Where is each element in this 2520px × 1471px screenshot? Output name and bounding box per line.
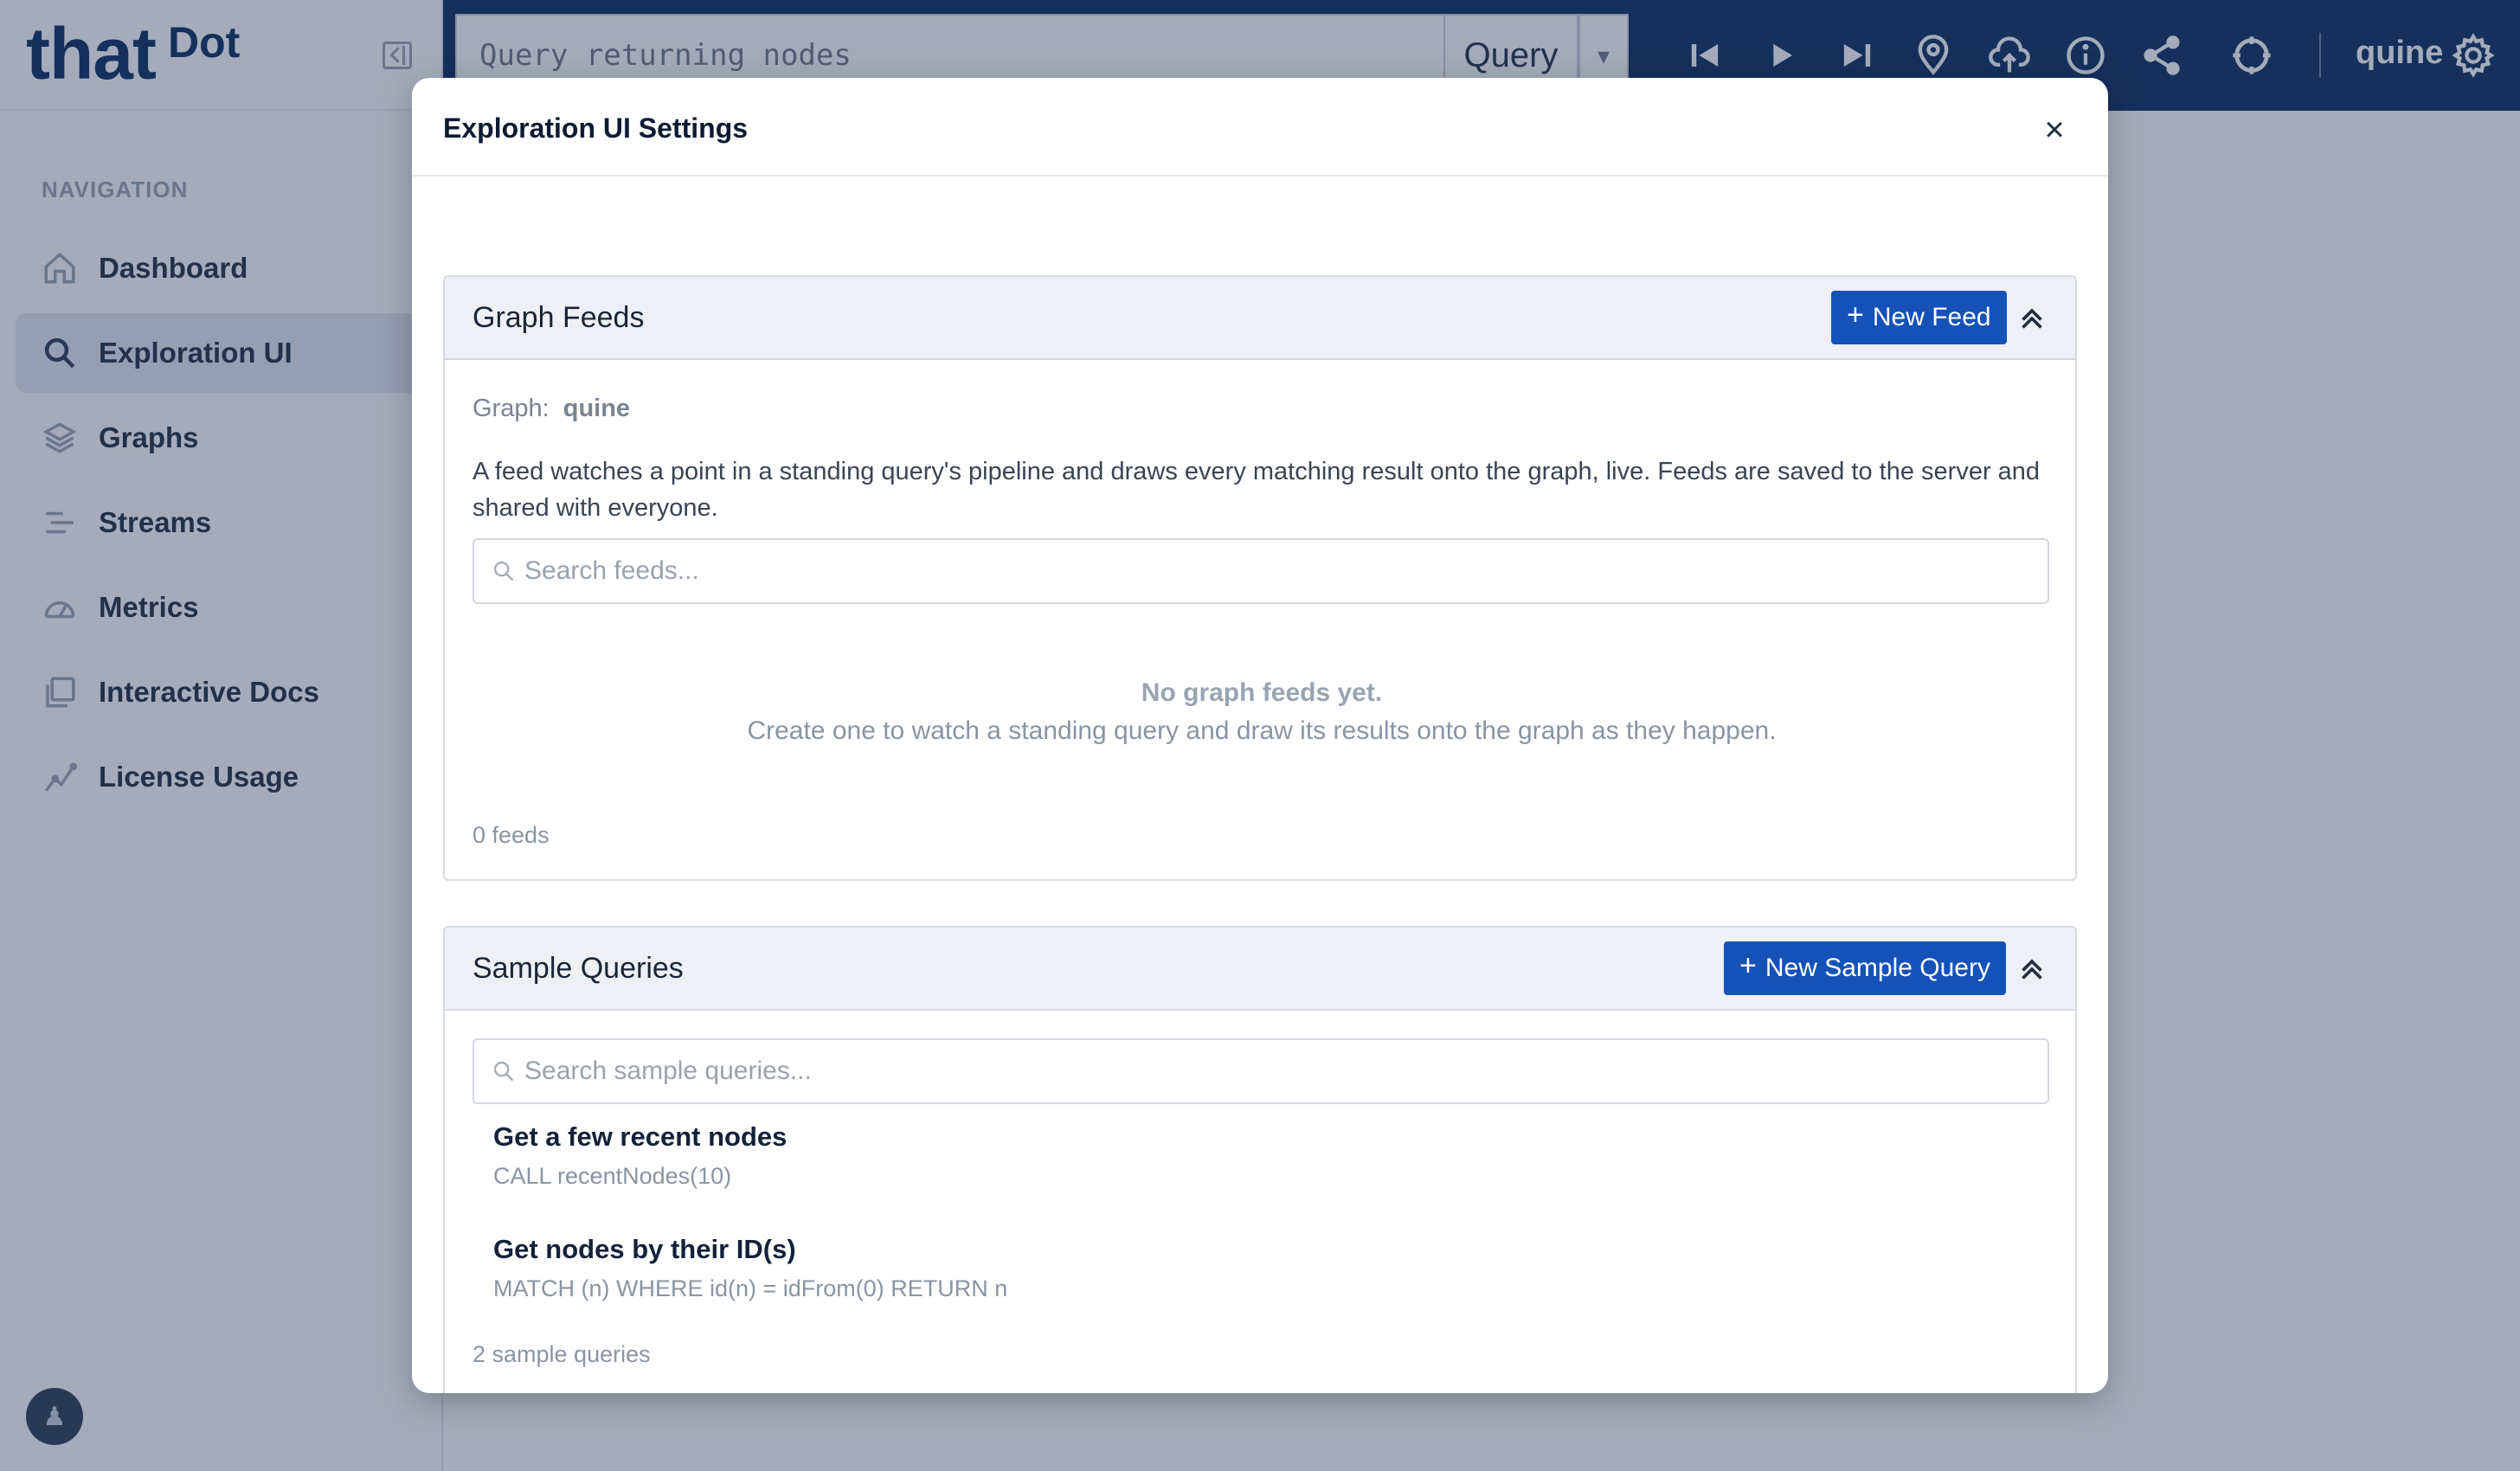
new-feed-label: New Feed xyxy=(1872,303,1991,331)
plus-icon: + xyxy=(1739,948,1757,982)
modal-body[interactable]: Graph Feeds + New Feed Graph: quine A fe… xyxy=(412,177,2108,1393)
new-sample-query-label: New Sample Query xyxy=(1765,954,1990,982)
close-icon[interactable]: × xyxy=(2037,111,2072,149)
sample-queries-title: Sample Queries xyxy=(472,952,684,985)
plus-icon: + xyxy=(1847,298,1864,331)
sample-queries-card: Sample Queries + New Sample Query Search… xyxy=(443,926,2077,1393)
feeds-count: 0 feeds xyxy=(472,822,550,848)
sample-query-title[interactable]: Get nodes by their ID(s) xyxy=(493,1234,796,1265)
search-icon xyxy=(492,1059,516,1083)
graph-feeds-header[interactable]: Graph Feeds + New Feed xyxy=(445,277,2075,360)
chevron-up-icon[interactable] xyxy=(2016,303,2048,334)
chevron-up-icon[interactable] xyxy=(2016,954,2048,985)
sample-queries-count: 2 sample queries xyxy=(472,1341,651,1367)
search-feeds-input[interactable]: Search feeds... xyxy=(472,538,2049,604)
app-root: that Dot NAVIGATION Dashboard Exploratio… xyxy=(0,0,2520,1471)
graph-label: Graph: xyxy=(472,395,550,422)
new-feed-button[interactable]: + New Feed xyxy=(1831,291,2007,344)
sample-query-text: CALL recentNodes(10) xyxy=(493,1163,732,1189)
sample-queries-header[interactable]: Sample Queries + New Sample Query xyxy=(445,928,2075,1011)
sample-query-title[interactable]: Get a few recent nodes xyxy=(493,1121,787,1153)
graph-label-row: Graph: quine xyxy=(472,395,630,423)
feeds-description: A feed watches a point in a standing que… xyxy=(472,458,2041,522)
modal-header: Exploration UI Settings × xyxy=(412,78,2108,177)
graph-feeds-card: Graph Feeds + New Feed Graph: quine A fe… xyxy=(443,275,2077,881)
graph-value: quine xyxy=(562,395,631,422)
graph-feeds-title: Graph Feeds xyxy=(472,301,645,334)
modal-title: Exploration UI Settings xyxy=(443,112,749,144)
search-icon xyxy=(492,559,516,583)
sample-query-text: MATCH (n) WHERE id(n) = idFrom(0) RETURN… xyxy=(493,1275,1008,1301)
search-sample-queries-placeholder: Search sample queries... xyxy=(524,1057,812,1085)
search-feeds-placeholder: Search feeds... xyxy=(524,556,699,585)
empty-state-title: No graph feeds yet. xyxy=(1141,678,1383,707)
search-sample-queries-input[interactable]: Search sample queries... xyxy=(472,1038,2049,1104)
empty-state-subtitle: Create one to watch a standing query and… xyxy=(747,716,1777,745)
settings-modal: Exploration UI Settings × Graph Feeds + … xyxy=(412,78,2108,1393)
new-sample-query-button[interactable]: + New Sample Query xyxy=(1724,941,2006,995)
